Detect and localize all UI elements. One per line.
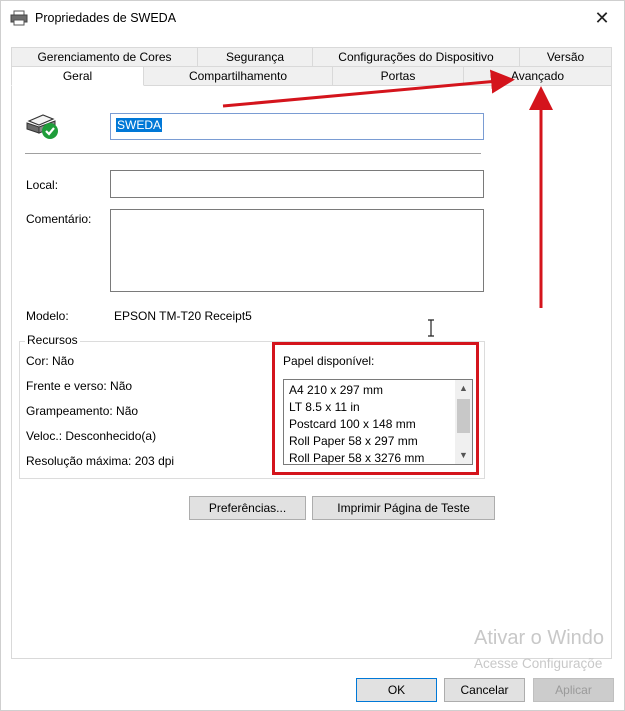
separator [25, 153, 481, 154]
paper-listbox[interactable]: A4 210 x 297 mm LT 8.5 x 11 in Postcard … [283, 379, 473, 465]
print-test-page-button[interactable]: Imprimir Página de Teste [312, 496, 495, 520]
resolution-info: Resolução máxima: 203 dpi [26, 454, 175, 468]
paper-item-roll-3276[interactable]: Roll Paper 58 x 3276 mm [289, 450, 454, 467]
title-bar: Propriedades de SWEDA ✕ [1, 1, 624, 35]
apply-button[interactable]: Aplicar [533, 678, 614, 702]
tab-general[interactable]: Geral [11, 66, 144, 86]
scroll-up-icon[interactable]: ▲ [455, 380, 472, 397]
resources-title: Recursos [25, 333, 80, 347]
paper-item-roll-297[interactable]: Roll Paper 58 x 297 mm [289, 433, 454, 450]
duplex-info: Frente e verso: Não [26, 379, 133, 393]
paper-list: A4 210 x 297 mm LT 8.5 x 11 in Postcard … [289, 382, 454, 467]
scroll-thumb[interactable] [457, 399, 470, 433]
tab-version[interactable]: Versão [519, 47, 612, 67]
window-title: Propriedades de SWEDA [35, 11, 177, 25]
local-field[interactable] [110, 170, 484, 198]
tab-sharing[interactable]: Compartilhamento [143, 66, 333, 86]
printer-name-input[interactable]: SWEDA [110, 113, 484, 140]
stapling-info: Grampeamento: Não [26, 404, 139, 418]
tab-ports[interactable]: Portas [332, 66, 464, 86]
properties-dialog: Propriedades de SWEDA ✕ Gerenciamento de… [0, 0, 625, 711]
cancel-button[interactable]: Cancelar [444, 678, 525, 702]
paper-item-postcard[interactable]: Postcard 100 x 148 mm [289, 416, 454, 433]
tab-device-settings[interactable]: Configurações do Dispositivo [312, 47, 520, 67]
speed-info: Veloc.: Desconhecido(a) [26, 429, 157, 443]
paper-item-letter[interactable]: LT 8.5 x 11 in [289, 399, 454, 416]
paper-item-a4[interactable]: A4 210 x 297 mm [289, 382, 454, 399]
printer-name-value: SWEDA [116, 118, 163, 132]
preferences-button[interactable]: Preferências... [189, 496, 306, 520]
ok-button[interactable]: OK [356, 678, 437, 702]
activation-watermark-title: Ativar o Windo [474, 627, 605, 649]
comment-field[interactable] [110, 209, 484, 292]
model-value: EPSON TM-T20 Receipt5 [114, 309, 252, 323]
tab-advanced[interactable]: Avançado [463, 66, 612, 86]
scroll-down-icon[interactable]: ▼ [455, 447, 472, 464]
tab-color-management[interactable]: Gerenciamento de Cores [11, 47, 198, 67]
tab-security[interactable]: Segurança [197, 47, 313, 67]
printer-status-icon [26, 114, 58, 139]
color-info: Cor: Não [26, 354, 75, 368]
paper-available-label: Papel disponível: [283, 354, 375, 368]
text-cursor-icon [428, 319, 434, 337]
close-icon: ✕ [594, 8, 610, 28]
local-label: Local: [26, 178, 59, 192]
close-button[interactable]: ✕ [584, 3, 620, 33]
model-label: Modelo: [26, 309, 69, 323]
paper-scrollbar[interactable]: ▲ ▼ [455, 380, 472, 464]
activation-watermark-text: Acesse Configuraçõe [474, 656, 603, 671]
printer-icon [10, 10, 28, 26]
comment-label: Comentário: [26, 212, 92, 226]
